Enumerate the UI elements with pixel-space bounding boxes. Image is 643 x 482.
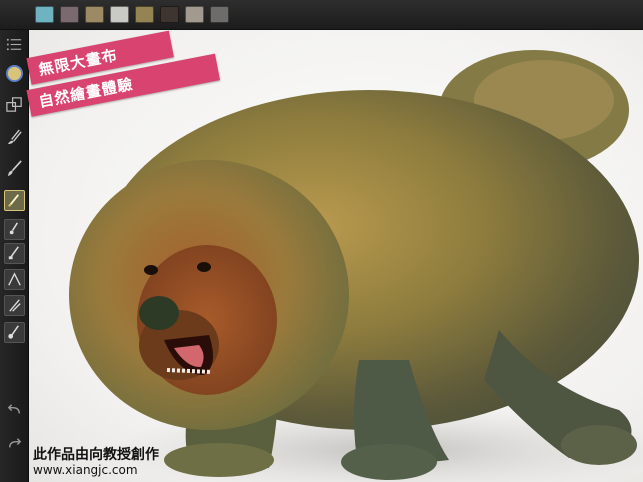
brush-slot-active-icon (8, 194, 20, 207)
color-swatch-beige[interactable] (185, 6, 204, 23)
brush-slot-2[interactable] (4, 243, 25, 264)
brush-slot-3-icon (8, 272, 21, 286)
color-palette-bar (0, 0, 643, 30)
artist-website: www.xiangjc.com (33, 463, 138, 477)
redo-button[interactable] (4, 434, 25, 455)
menu-button[interactable] (4, 34, 25, 55)
color-swatch-dark-brown[interactable] (160, 6, 179, 23)
color-swatch-light-gray[interactable] (110, 6, 129, 23)
color-swatch-tan[interactable] (85, 6, 104, 23)
tool-sidebar (0, 30, 29, 482)
brush-slot-5[interactable] (4, 322, 25, 343)
smudge-tool-button[interactable] (4, 127, 25, 148)
brush-slot-2-icon (8, 246, 19, 260)
color-picker-button[interactable] (4, 63, 25, 84)
artist-credit: 此作品由向教授創作 (33, 447, 159, 463)
undo-button[interactable] (4, 400, 25, 421)
brush-slot-1-icon (9, 222, 18, 235)
brush-tool-button[interactable] (4, 158, 25, 179)
undo-icon (7, 404, 20, 414)
brush-slot-4[interactable] (4, 295, 25, 316)
swatch-list (35, 6, 229, 23)
color-picker-icon (5, 64, 24, 83)
brush-slot-4-icon (9, 299, 21, 312)
redo-icon (9, 438, 22, 448)
brush-slot-3[interactable] (4, 269, 25, 290)
color-swatch-teal[interactable] (35, 6, 54, 23)
color-swatch-olive[interactable] (135, 6, 154, 23)
layers-button[interactable] (4, 94, 25, 115)
color-swatch-mauve[interactable] (60, 6, 79, 23)
brush-slot-1[interactable] (4, 219, 25, 240)
brush-icon (7, 160, 22, 177)
brush-slot-active[interactable] (4, 190, 25, 211)
color-swatch-gray[interactable] (210, 6, 229, 23)
layers-icon (6, 97, 22, 112)
brush-slot-5-icon (8, 325, 19, 339)
smudge-icon (7, 129, 22, 145)
menu-icon (6, 38, 22, 51)
